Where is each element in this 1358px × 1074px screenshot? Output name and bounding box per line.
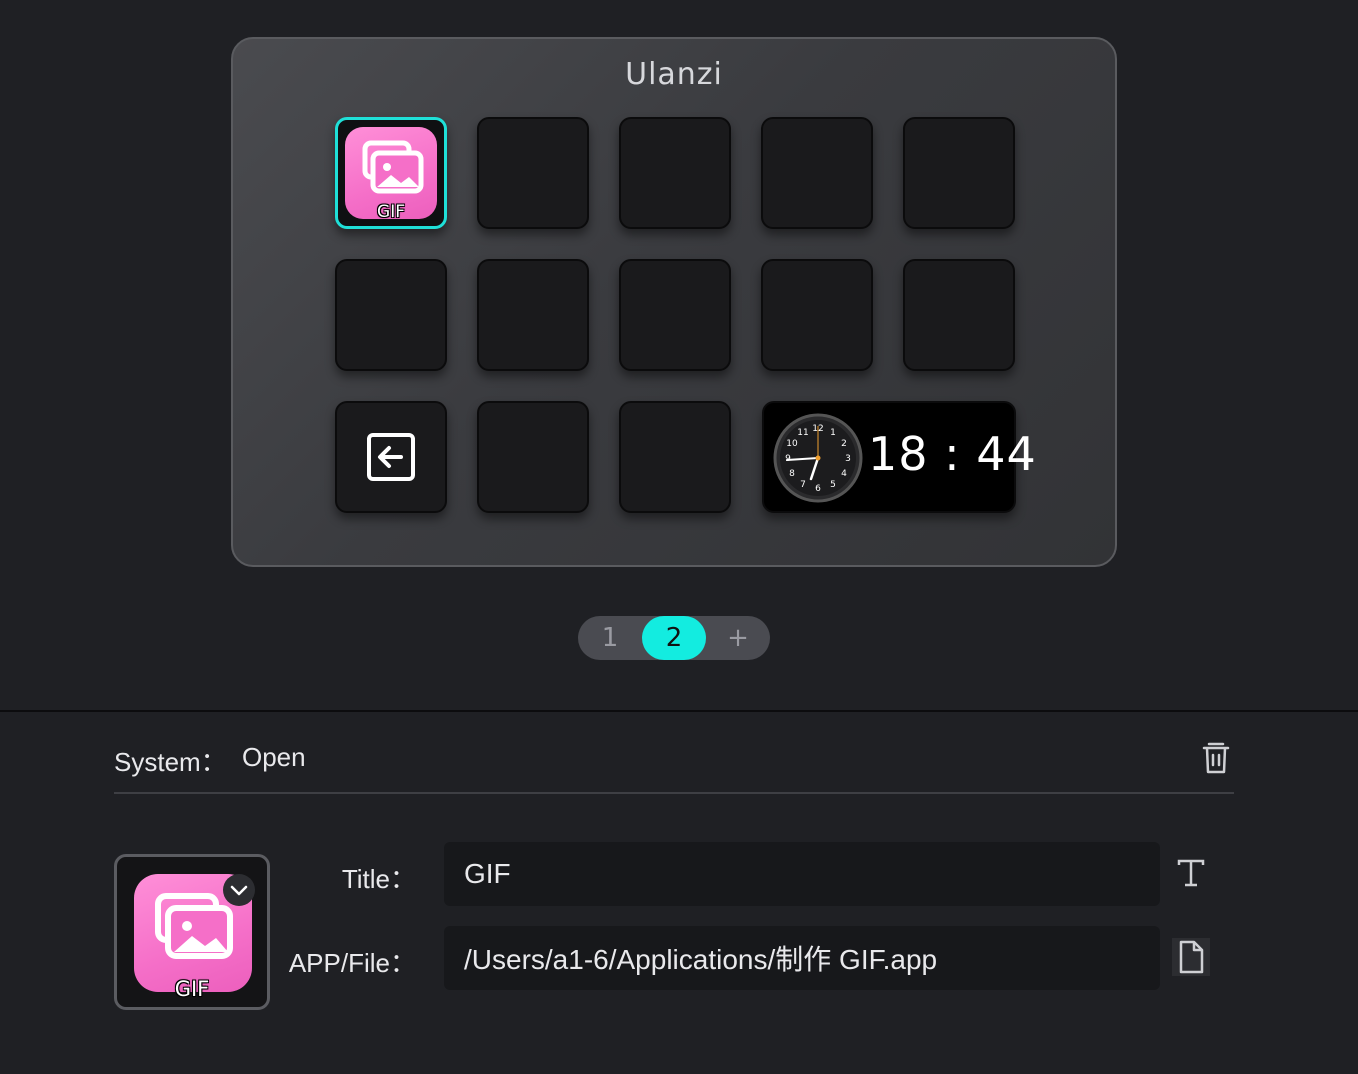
key-gif-label: GIF: [377, 202, 405, 222]
preview-gif-label: GIF: [174, 977, 210, 1001]
clock-time: 18 : 44: [868, 427, 1037, 481]
page-switcher: 1 2 +: [578, 616, 770, 660]
key-empty[interactable]: [903, 259, 1015, 371]
title-input[interactable]: [444, 842, 1160, 906]
back-arrow-icon: [367, 433, 415, 481]
key-empty[interactable]: [335, 259, 447, 371]
panel-divider: [0, 710, 1358, 712]
key-empty[interactable]: [477, 401, 589, 513]
clock-dial-number: 2: [841, 439, 847, 449]
key-empty[interactable]: [619, 259, 731, 371]
clock-dial-number: 6: [815, 484, 821, 494]
clock-key[interactable]: 121234567891011 18 : 44: [762, 401, 1036, 513]
system-label: System：: [114, 747, 227, 777]
clock-dial-number: 10: [786, 439, 798, 449]
key-back[interactable]: [335, 401, 447, 513]
file-path-input[interactable]: [444, 926, 1160, 990]
add-page-button[interactable]: +: [706, 616, 770, 660]
key-gif-selected[interactable]: GIF: [335, 117, 447, 229]
brand-logo: Ulanzi: [625, 57, 723, 92]
clock-dial-number: 11: [797, 428, 808, 438]
file-label: APP/File：: [288, 948, 416, 978]
key-empty[interactable]: [477, 259, 589, 371]
page-2-button[interactable]: 2: [642, 616, 706, 660]
clock-dial-number: 7: [800, 480, 806, 490]
analog-clock-icon: 121234567891011: [773, 413, 863, 503]
stream-deck-device: Ulanzi GIF 12 1 2 3 4 5 6 7 8 10 11 18:…: [231, 37, 1117, 567]
device-area: Ulanzi GIF 12 1 2 3 4 5 6 7 8 10 11 18:…: [0, 0, 1358, 711]
title-label: Title：: [341, 864, 416, 894]
clock-dial-number: 1: [830, 428, 836, 438]
key-empty[interactable]: [477, 117, 589, 229]
page-1-button[interactable]: 1: [578, 616, 642, 660]
clock-dial-number: 8: [789, 469, 795, 479]
key-empty[interactable]: [619, 401, 731, 513]
clock-dial-number: 4: [841, 469, 847, 479]
key-empty[interactable]: [903, 117, 1015, 229]
clock-dial-number: 5: [830, 480, 836, 490]
system-action-name: Open: [242, 742, 306, 772]
text-format-icon[interactable]: [1174, 856, 1208, 890]
file-browse-icon[interactable]: [1172, 938, 1210, 976]
clock-dial-number: 3: [845, 454, 851, 464]
section-rule: [114, 792, 1234, 794]
key-empty[interactable]: [619, 117, 731, 229]
key-empty[interactable]: [761, 259, 873, 371]
trash-icon[interactable]: [1198, 740, 1234, 776]
key-empty[interactable]: [761, 117, 873, 229]
